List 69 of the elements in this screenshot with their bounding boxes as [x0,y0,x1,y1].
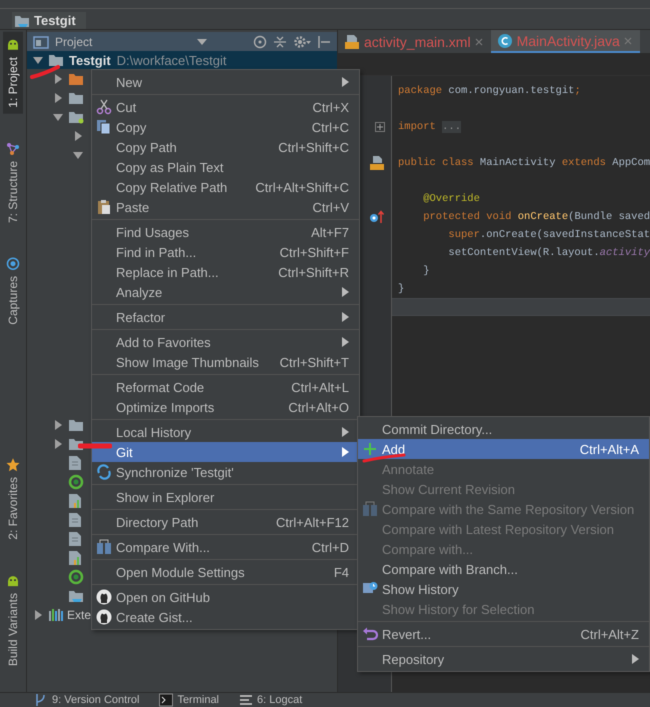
menu-item[interactable]: Copy Relative Path Ctrl+Alt+Shift+C [92,177,359,197]
shortcut-label: Ctrl+Shift+F [278,244,349,260]
menu-item[interactable]: Repository [358,649,649,669]
shortcut-label: Ctrl+Alt+F12 [275,514,349,530]
tree-item-label[interactable]: Testgit [69,52,111,68]
code-line: import ... [398,121,462,133]
menu-item[interactable]: Find in Path... Ctrl+Shift+F [92,242,359,262]
menu-item[interactable]: Git [92,442,359,462]
menu-item[interactable]: Reformat Code Ctrl+Alt+L [92,377,359,397]
code-line: public class MainActivity extends AppCom [398,157,650,169]
shortcut-label: Alt+F7 [310,224,349,240]
breadcrumb-item[interactable]: Testgit [12,12,86,29]
tool-window-tab[interactable]: Captures [3,250,23,330]
menu-item[interactable]: Cut Ctrl+X [92,97,359,117]
menu-item[interactable]: Open Module Settings F4 [92,562,359,582]
menu-item[interactable]: Commit Directory... [358,419,649,439]
shortcut-label: Ctrl+Alt+L [290,380,349,394]
menu-item[interactable]: New [92,72,359,92]
menu-item[interactable]: Create Gist... [92,607,359,627]
menu-item[interactable]: Copy as Plain Text [92,157,359,177]
code-line: } [398,283,404,295]
code-line: package com.rongyuan.testgit; [398,85,581,97]
menu-item[interactable]: Replace in Path... Ctrl+Shift+R [92,262,359,282]
tool-window-tab[interactable]: 2: Favorites [3,452,23,546]
menu-item[interactable]: Open on GitHub [92,587,359,607]
shortcut-label: Ctrl+Alt+A [578,442,639,456]
code-line: super.onCreate(savedInstanceStat [447,229,650,241]
menu-item[interactable]: Add to Favorites [92,332,359,352]
menu-item[interactable]: Optimize Imports Ctrl+Alt+O [92,397,359,417]
shortcut-label: Ctrl+Shift+R [277,264,349,280]
menu-item[interactable]: Copy Path Ctrl+Shift+C [92,137,359,157]
shortcut-label: Ctrl+Alt+O [287,400,349,414]
menu-item[interactable]: Show in Explorer [92,487,359,507]
view-selector[interactable]: Project [55,34,92,48]
menu-item[interactable]: Add Ctrl+Alt+A [358,439,649,459]
menu-item[interactable]: Synchronize 'Testgit' [92,462,359,482]
menu-item[interactable]: Find Usages Alt+F7 [92,222,359,242]
menu-item[interactable]: Revert... Ctrl+Alt+Z [358,624,649,644]
shortcut-label: Ctrl+Alt+Z [579,626,639,642]
tool-window-tab[interactable]: 7: Structure [3,136,23,229]
menu-item[interactable]: Local History [92,422,359,442]
menu-item[interactable]: Show Image Thumbnails Ctrl+Shift+T [92,352,359,372]
shortcut-label: Ctrl+Shift+T [278,354,349,370]
shortcut-label: Ctrl+V [312,200,349,214]
shortcut-label: Ctrl+Alt+Shift+C [254,180,349,194]
menu-item[interactable]: Compare with Branch... [358,559,649,579]
menu-item[interactable]: Analyze [92,282,359,302]
code-line: @Override [422,193,480,205]
shortcut-label: Ctrl+D [310,540,349,554]
shortcut-label: F4 [332,564,349,580]
tool-window-button[interactable]: Terminal [159,693,220,707]
menu-item[interactable]: Show History [358,579,649,599]
shortcut-label: Ctrl+C [310,120,349,134]
menu-item[interactable]: Directory Path Ctrl+Alt+F12 [92,512,359,532]
tool-window-button[interactable]: 6: Logcat [239,693,302,707]
tool-window-tab[interactable]: 1: Project [3,32,23,114]
menu-item[interactable]: Compare With... Ctrl+D [92,537,359,557]
menu-item[interactable]: Paste Ctrl+V [92,197,359,217]
tool-window-button[interactable]: 9: Version Control [34,693,140,707]
shortcut-label: Ctrl+Shift+C [277,140,349,154]
tool-window-tab[interactable]: Build Variants [3,568,23,672]
menu-item[interactable]: Copy Ctrl+C [92,117,359,137]
menu-item[interactable]: Refactor [92,307,359,327]
tree-item-label[interactable]: Exte [67,608,92,622]
code-line: protected void onCreate(Bundle saved [422,211,650,223]
shortcut-label: Ctrl+X [312,100,349,114]
project-path: D:\workface\Testgit [116,52,226,68]
code-line: } [422,265,430,277]
code-line: setContentView(R.layout.activity [447,247,650,259]
